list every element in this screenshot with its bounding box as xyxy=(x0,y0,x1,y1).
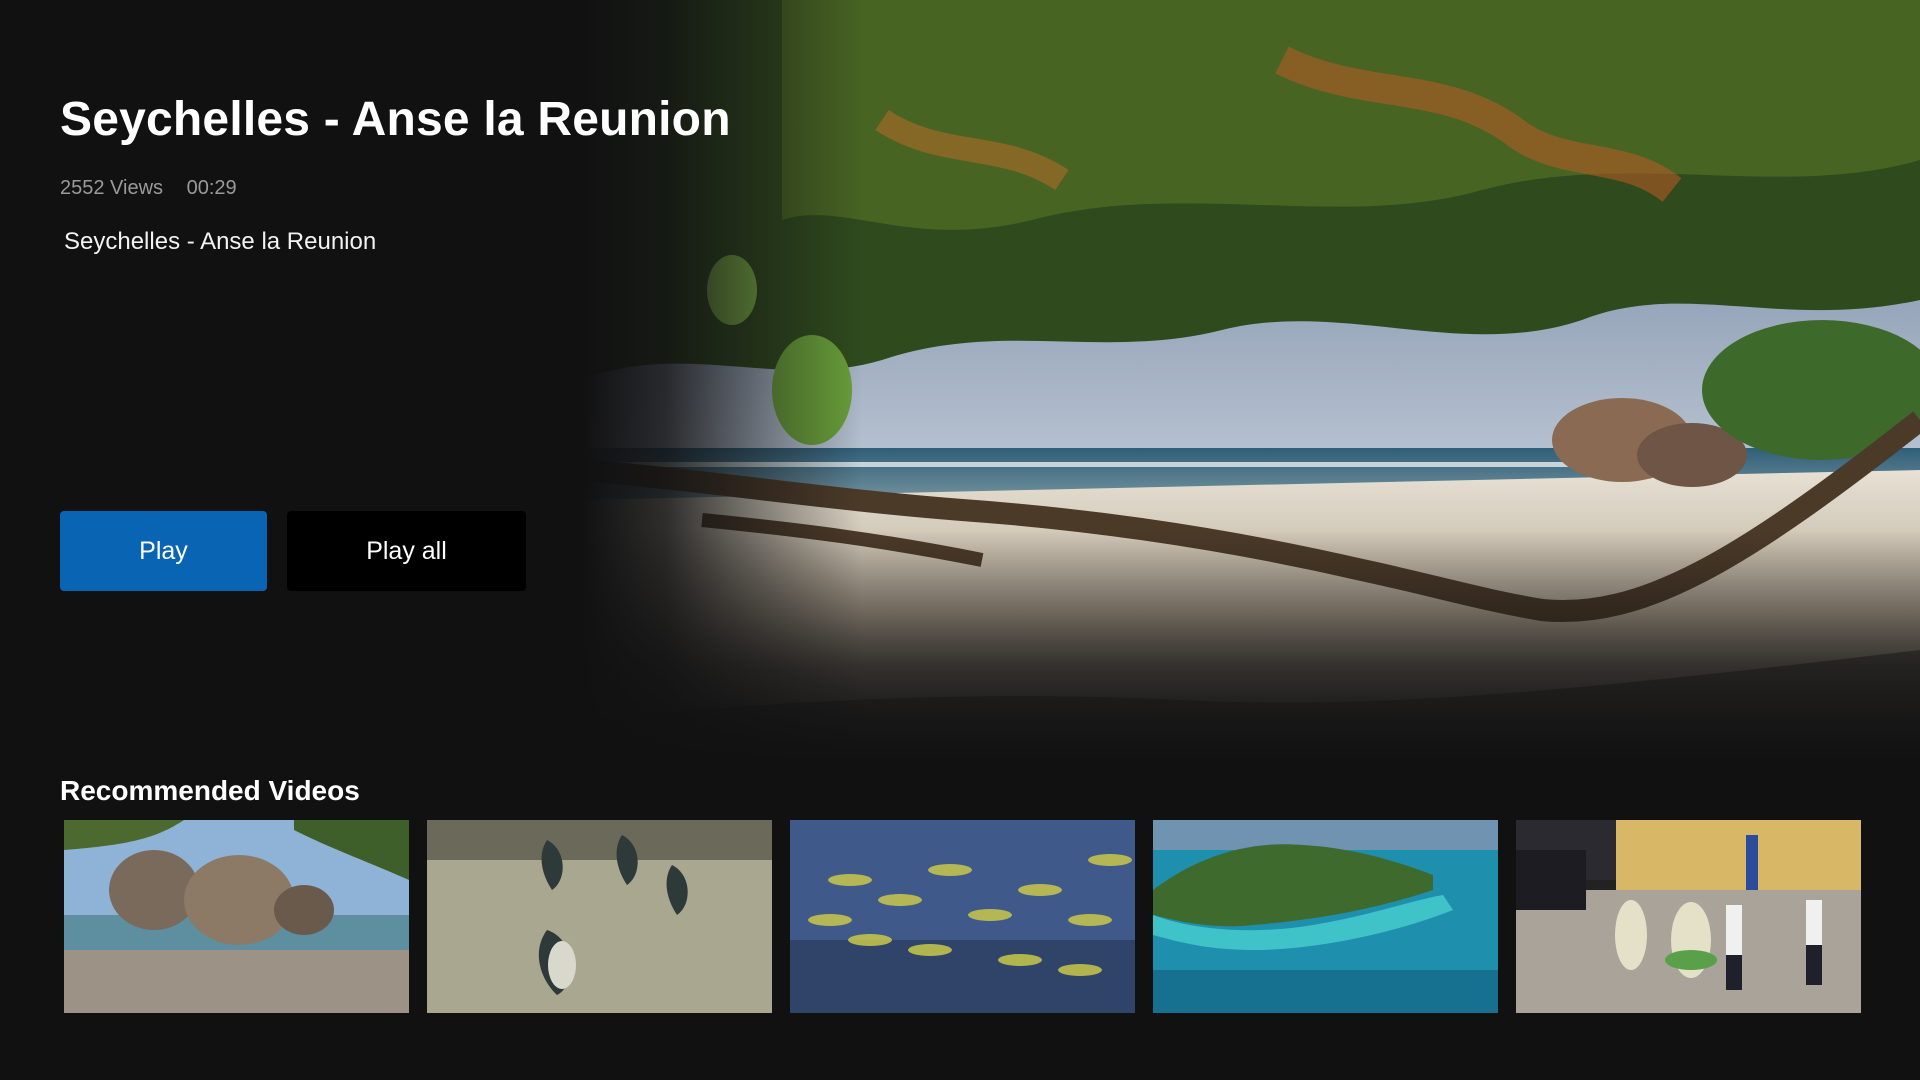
video-description: Seychelles - Anse la Reunion xyxy=(64,228,377,255)
hero-bottom-fade xyxy=(582,530,1920,760)
play-all-button[interactable]: Play all xyxy=(287,511,526,591)
recommended-videos-heading: Recommended Videos xyxy=(60,775,360,806)
recommended-video-card[interactable] xyxy=(790,820,1135,1013)
video-meta: 2552 Views 00:29 xyxy=(60,177,237,200)
recommended-video-card[interactable] xyxy=(1516,820,1861,1013)
batfish-thumbnail xyxy=(427,820,772,1013)
recommended-video-card[interactable] xyxy=(427,820,772,1013)
fish-school-thumbnail xyxy=(790,820,1135,1013)
video-title: Seychelles - Anse la Reunion xyxy=(60,93,731,146)
video-duration: 00:29 xyxy=(186,177,237,199)
beach-rocks-thumbnail xyxy=(64,820,409,1013)
play-button[interactable]: Play xyxy=(60,511,267,591)
recommended-video-card[interactable] xyxy=(1153,820,1498,1013)
views-count: 2552 Views xyxy=(60,177,164,199)
island-aerial-thumbnail xyxy=(1153,820,1498,1013)
recommended-video-card[interactable] xyxy=(64,820,409,1013)
recommended-videos-row xyxy=(64,820,1864,1013)
dancers-thumbnail xyxy=(1516,820,1861,1013)
video-details-screen: Seychelles - Anse la Reunion 2552 Views … xyxy=(0,0,1920,1080)
hero-backdrop-image xyxy=(582,0,1920,760)
